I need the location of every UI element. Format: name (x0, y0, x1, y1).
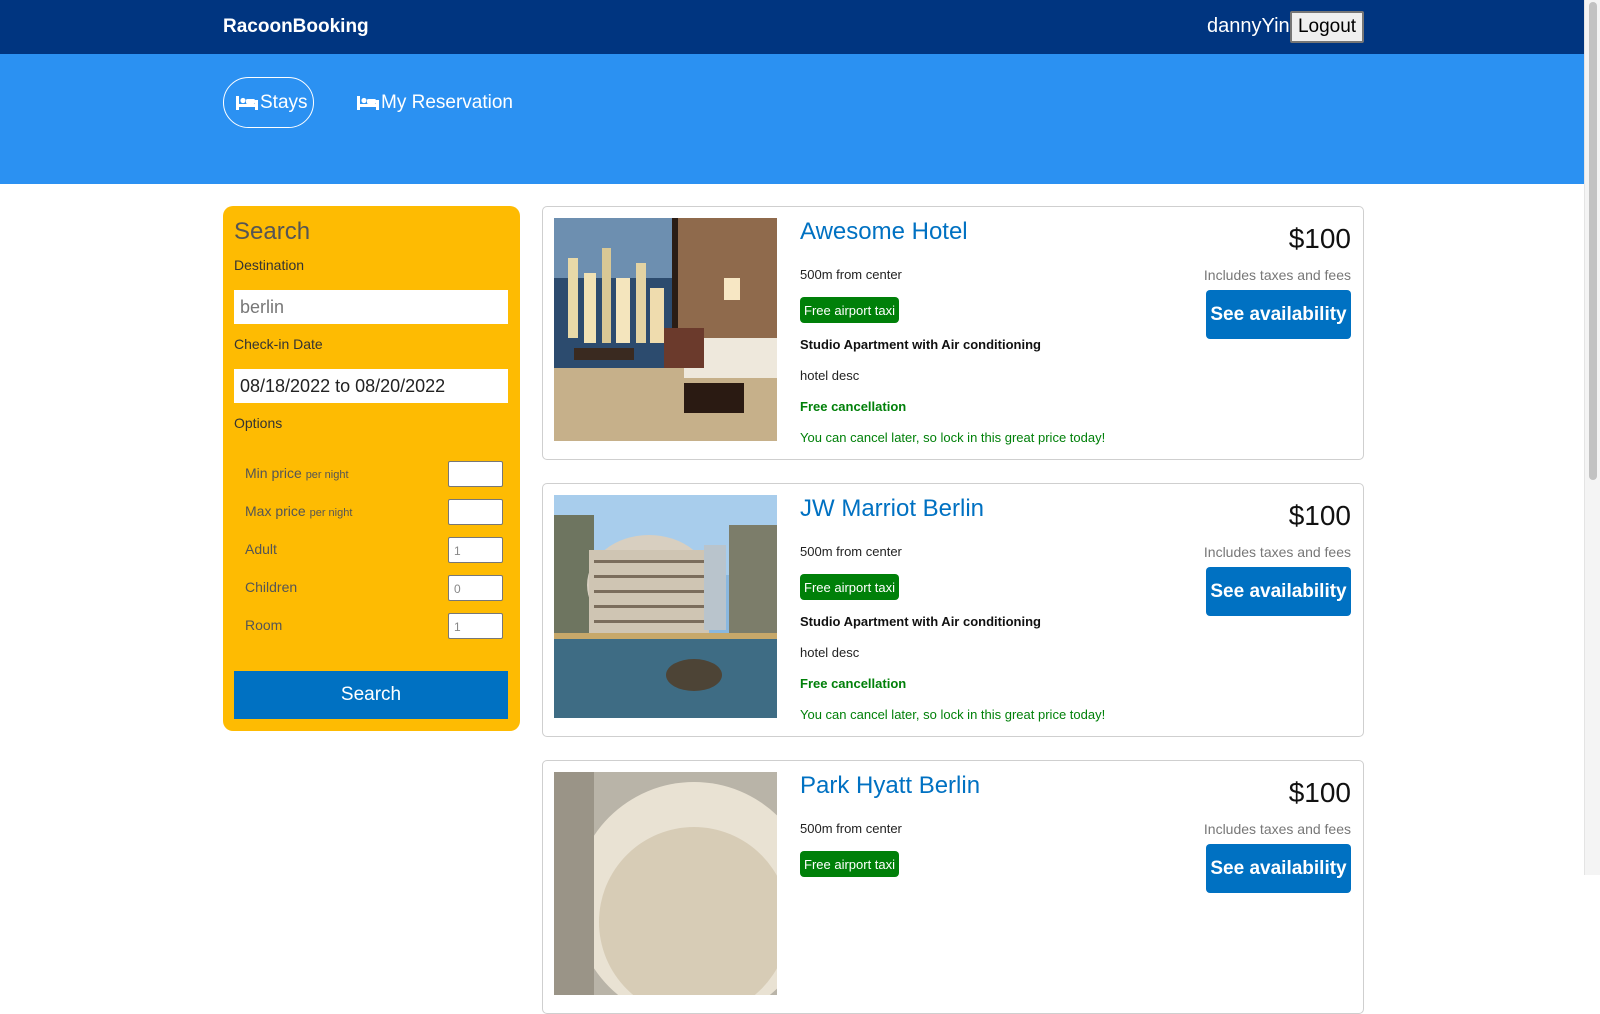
tax-note: Includes taxes and fees (1203, 544, 1351, 560)
hotel-distance: 500m from center (800, 267, 902, 282)
hotel-photo[interactable] (554, 218, 777, 441)
nav-my-reservation-label: My Reservation (381, 91, 513, 113)
page-scrollbar[interactable] (1584, 0, 1600, 875)
see-availability-button[interactable]: See availability (1206, 290, 1351, 339)
tax-note: Includes taxes and fees (1203, 267, 1351, 283)
hotel-card: Awesome Hotel 500m from center Free airp… (542, 206, 1364, 460)
children-input[interactable]: 0 (448, 575, 503, 601)
cancellation-note: You can cancel later, so lock in this gr… (800, 707, 1106, 722)
hotel-desc: hotel desc (800, 645, 860, 660)
hotel-desc: hotel desc (800, 368, 860, 383)
hotel-distance: 500m from center (800, 821, 902, 836)
option-room: Room 1 (245, 613, 503, 641)
top-header: RacoonBooking dannyYin Logout (0, 0, 1584, 54)
free-taxi-badge: Free airport taxi (800, 851, 900, 877)
room-type: Studio Apartment with Air conditioning (800, 614, 1041, 629)
option-label: Children (245, 579, 298, 595)
option-label: Max price (245, 503, 306, 519)
destination-input[interactable]: berlin (234, 290, 508, 324)
hotel-name-link[interactable]: Park Hyatt Berlin (800, 772, 980, 800)
see-availability-button[interactable]: See availability (1206, 567, 1351, 616)
hotel-distance: 500m from center (800, 544, 902, 559)
option-min-price: Min price per night (245, 461, 503, 489)
username: dannyYin (1207, 15, 1290, 37)
nav-stays[interactable]: Stays (223, 77, 314, 128)
hotel-card: Park Hyatt Berlin 500m from center Free … (542, 760, 1364, 1014)
options-label: Options (234, 415, 283, 431)
free-taxi-badge: Free airport taxi (800, 574, 900, 600)
logout-button[interactable]: Logout (1290, 11, 1364, 43)
option-children: Children 0 (245, 575, 503, 603)
see-availability-button[interactable]: See availability (1206, 844, 1351, 893)
tax-note: Includes taxes and fees (1203, 821, 1351, 837)
destination-label: Destination (234, 257, 305, 273)
room-input[interactable]: 1 (448, 613, 503, 639)
hotel-price: $100 (1288, 223, 1351, 254)
hotel-name-link[interactable]: Awesome Hotel (800, 218, 968, 246)
room-type: Studio Apartment with Air conditioning (800, 337, 1041, 352)
brand-logo[interactable]: RacoonBooking (223, 16, 369, 38)
free-taxi-badge: Free airport taxi (800, 297, 900, 323)
free-cancellation: Free cancellation (800, 676, 907, 691)
search-title: Search (234, 218, 311, 245)
checkin-label: Check-in Date (234, 336, 323, 352)
bed-icon (236, 95, 258, 110)
checkin-date-field[interactable]: 08/18/2022 to 08/20/2022 (234, 369, 508, 403)
hotel-name-link[interactable]: JW Marriot Berlin (800, 495, 984, 523)
bed-icon (357, 95, 379, 110)
option-max-price: Max price per night (245, 499, 503, 527)
nav-stays-label: Stays (260, 91, 308, 113)
nav-bar: Stays My Reservation (0, 54, 1584, 184)
free-cancellation: Free cancellation (800, 399, 907, 414)
search-button[interactable]: Search (234, 671, 508, 719)
option-label: Adult (245, 541, 277, 557)
scrollbar-thumb[interactable] (1589, 2, 1597, 480)
hotel-photo[interactable] (554, 772, 777, 995)
hotel-price: $100 (1288, 500, 1351, 531)
option-adult: Adult 1 (245, 537, 503, 565)
hotel-price: $100 (1288, 777, 1351, 808)
adult-input[interactable]: 1 (448, 537, 503, 563)
nav-my-reservation[interactable]: My Reservation (356, 77, 513, 128)
option-suffix: per night (305, 469, 349, 481)
cancellation-note: You can cancel later, so lock in this gr… (800, 430, 1106, 445)
option-suffix: per night (309, 507, 353, 519)
search-panel: Search Destination berlin Check-in Date … (223, 206, 520, 731)
option-label: Min price (245, 465, 302, 481)
hotel-photo[interactable] (554, 495, 777, 718)
min-price-input[interactable] (448, 461, 503, 487)
hotel-card: JW Marriot Berlin 500m from center Free … (542, 483, 1364, 737)
max-price-input[interactable] (448, 499, 503, 525)
option-label: Room (245, 617, 283, 633)
